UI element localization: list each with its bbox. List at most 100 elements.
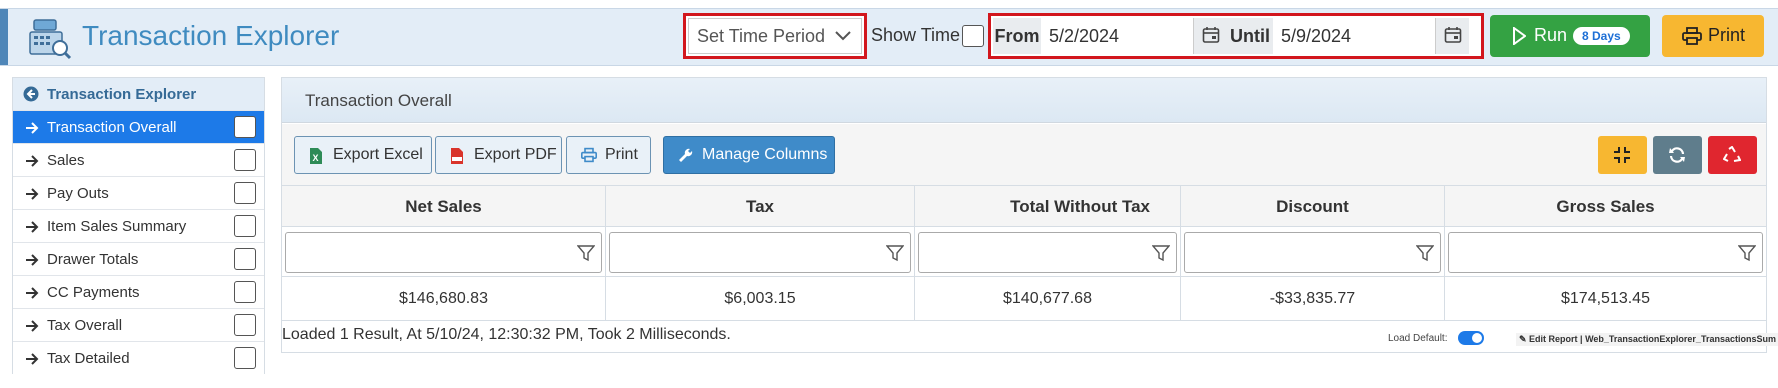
date-range-highlight: From 5/2/2024 Until 5/9/2024 — [988, 13, 1484, 59]
calendar-icon — [1444, 27, 1462, 43]
cash-register-icon — [29, 19, 72, 60]
run-label: Run — [1534, 25, 1568, 45]
collapse-button[interactable] — [1598, 136, 1647, 174]
header-print-label: Print — [1708, 25, 1746, 45]
status-message: Loaded 1 Result, At 5/10/24, 12:30:32 PM… — [282, 326, 731, 343]
sidebar-item-checkbox[interactable] — [234, 215, 256, 237]
toggle-knob — [1472, 333, 1482, 343]
arrow-right-icon — [26, 188, 39, 200]
sidebar-item-label: Pay Outs — [47, 185, 109, 202]
play-icon — [1513, 27, 1526, 45]
back-circle-icon — [23, 86, 39, 102]
compress-icon — [1614, 147, 1630, 163]
sidebar-item-drawer-totals[interactable]: Drawer Totals — [13, 242, 264, 275]
edit-icon: ✎ — [1519, 334, 1530, 344]
column-header-gross-sales[interactable]: Gross Sales — [1445, 186, 1766, 227]
sidebar-item-item-sales-summary[interactable]: Item Sales Summary — [13, 209, 264, 242]
sidebar: Transaction Explorer Transaction Overall… — [12, 77, 265, 374]
sidebar-item-transaction-overall[interactable]: Transaction Overall — [13, 110, 264, 143]
sidebar-item-checkbox[interactable] — [234, 281, 256, 303]
sidebar-item-label: Drawer Totals — [47, 251, 139, 268]
days-badge: 8 Days — [1573, 27, 1630, 45]
time-period-select[interactable]: Set Time Period — [688, 18, 862, 54]
sidebar-item-label: Tax Detailed — [47, 350, 130, 367]
until-label: Until — [1227, 18, 1273, 54]
run-button[interactable]: Run 8 Days — [1490, 15, 1650, 57]
show-time-label: Show Time — [871, 25, 961, 45]
panel-title: Transaction Overall — [305, 91, 452, 110]
sidebar-item-tax-overall[interactable]: Tax Overall — [13, 308, 264, 341]
sidebar-item-sales[interactable]: Sales — [13, 143, 264, 176]
filter-icon — [1738, 245, 1756, 262]
from-calendar-button[interactable] — [1193, 18, 1227, 54]
filter-icon — [886, 245, 904, 262]
sidebar-item-label: Sales — [47, 152, 85, 169]
filter-icon — [1416, 245, 1434, 262]
sidebar-item-pay-outs[interactable]: Pay Outs — [13, 176, 264, 209]
sidebar-item-checkbox[interactable] — [234, 347, 256, 369]
manage-columns-label: Manage Columns — [702, 146, 828, 163]
print-button[interactable]: Print — [566, 136, 651, 174]
export-pdf-button[interactable]: Export PDF — [435, 136, 562, 174]
manage-columns-button[interactable]: Manage Columns — [663, 136, 835, 174]
column-header-total-without-tax[interactable]: Total Without Tax — [915, 186, 1181, 227]
svg-text:X: X — [313, 153, 319, 163]
until-date-input[interactable]: 5/9/2024 — [1273, 18, 1435, 54]
sidebar-item-label: CC Payments — [47, 284, 140, 301]
filter-cell — [915, 227, 1181, 277]
reset-button[interactable] — [1708, 136, 1757, 174]
edit-report-label: Edit Report | Web_TransactionExplorer_Tr… — [1529, 334, 1776, 344]
column-header-tax[interactable]: Tax — [606, 186, 915, 227]
sidebar-item-checkbox[interactable] — [234, 182, 256, 204]
arrow-right-icon — [26, 221, 39, 233]
column-header-discount[interactable]: Discount — [1181, 186, 1445, 227]
total-without-tax-filter-input[interactable] — [918, 232, 1177, 273]
arrow-right-icon — [26, 254, 39, 266]
wrench-icon — [679, 148, 693, 162]
refresh-button[interactable] — [1653, 136, 1702, 174]
sidebar-title: Transaction Explorer — [47, 86, 197, 103]
export-excel-label: Export Excel — [333, 146, 423, 163]
discount-value: -$33,835.77 — [1181, 277, 1445, 321]
filter-cell — [606, 227, 915, 277]
header-print-button[interactable]: Print — [1662, 15, 1764, 57]
arrow-right-icon — [26, 287, 39, 299]
sidebar-item-cc-payments[interactable]: CC Payments — [13, 275, 264, 308]
net-sales-filter-input[interactable] — [285, 232, 602, 273]
tax-value: $6,003.15 — [606, 277, 915, 321]
gross-sales-value: $174,513.45 — [1445, 277, 1766, 321]
filter-icon — [1152, 245, 1170, 262]
sidebar-item-checkbox[interactable] — [234, 149, 256, 171]
pdf-file-icon — [451, 148, 463, 164]
report-panel: Transaction Overall X Export Excel Expor… — [281, 77, 1778, 353]
discount-filter-input[interactable] — [1184, 232, 1441, 273]
panel-header: Transaction Overall — [282, 78, 1766, 123]
arrow-right-icon — [26, 155, 39, 167]
top-header: Transaction Explorer Set Time Period Sho… — [0, 8, 1778, 66]
show-time-checkbox[interactable] — [962, 25, 984, 47]
load-default-toggle[interactable] — [1458, 331, 1484, 345]
sidebar-item-checkbox[interactable] — [234, 248, 256, 270]
filter-cell — [282, 227, 606, 277]
header-accent-stripe — [0, 9, 8, 65]
arrow-right-icon — [26, 320, 39, 332]
net-sales-value: $146,680.83 — [282, 277, 606, 321]
gross-sales-filter-input[interactable] — [1448, 232, 1763, 273]
sidebar-item-checkbox[interactable] — [234, 116, 256, 138]
filter-icon — [577, 245, 595, 262]
sidebar-item-label: Transaction Overall — [47, 119, 177, 136]
column-header-net-sales[interactable]: Net Sales — [282, 186, 606, 227]
sidebar-item-tax-detailed[interactable]: Tax Detailed — [13, 341, 264, 374]
sidebar-item-label: Tax Overall — [47, 317, 123, 334]
from-date-input[interactable]: 5/2/2024 — [1041, 18, 1193, 54]
filter-cell — [1181, 227, 1445, 277]
calendar-icon — [1202, 27, 1220, 43]
tax-filter-input[interactable] — [609, 232, 911, 273]
edit-report-link[interactable]: ✎ Edit Report | Web_TransactionExplorer_… — [1516, 333, 1778, 346]
until-calendar-button[interactable] — [1435, 18, 1469, 54]
sidebar-back-link[interactable]: Transaction Explorer — [13, 78, 264, 110]
printer-icon — [1682, 27, 1702, 45]
sidebar-item-checkbox[interactable] — [234, 314, 256, 336]
total-without-tax-value: $140,677.68 — [915, 277, 1181, 321]
export-excel-button[interactable]: X Export Excel — [294, 136, 432, 174]
